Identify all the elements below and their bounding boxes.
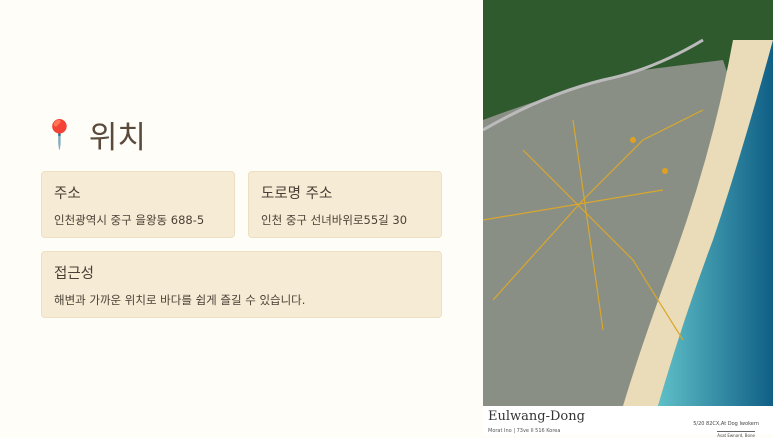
accessibility-value: 해변과 가까운 위치로 바다를 쉽게 즐길 수 있습니다.: [54, 293, 306, 307]
map-caption-right-top: 5/20 82CX,At Dog Iwokern: [693, 421, 759, 427]
map-image: Eulwang-Dong Morat Ino | 73ve II 516 Kor…: [483, 0, 773, 438]
aerial-map: [483, 0, 773, 406]
road-address-label: 도로명 주소: [261, 186, 333, 202]
address-label: 주소: [54, 186, 81, 202]
map-caption-title: Eulwang-Dong: [488, 409, 585, 424]
map-marker-icon: [630, 137, 636, 143]
round-pushpin-icon: 📍: [42, 118, 77, 151]
accessibility-card: 접근성 해변과 가까운 위치로 바다를 쉽게 즐길 수 있습니다.: [41, 251, 442, 318]
address-value: 인천광역시 중구 을왕동 688-5: [54, 213, 205, 227]
section-title: 📍 위치: [42, 112, 146, 157]
page-title: 위치: [88, 120, 146, 156]
road-address-value: 인천 중구 선녀바위로55길 30: [261, 213, 408, 227]
address-card: 주소 인천광역시 중구 을왕동 688-5: [41, 171, 235, 238]
accessibility-label: 접근성: [54, 266, 95, 282]
map-marker-icon: [662, 168, 668, 174]
map-caption-sub: Morat Ino | 73ve II 516 Korea: [488, 428, 561, 434]
road-address-card: 도로명 주소 인천 중구 선녀바위로55길 30: [248, 171, 442, 238]
map-caption: Eulwang-Dong Morat Ino | 73ve II 516 Kor…: [483, 406, 773, 438]
